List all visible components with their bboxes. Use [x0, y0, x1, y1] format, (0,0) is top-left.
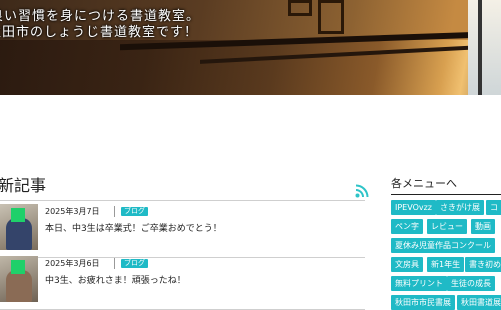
- tag-link[interactable]: 夏休み児童作品コンクール: [391, 238, 495, 253]
- section-rule: [0, 200, 365, 201]
- tag-link[interactable]: 無料プリント: [391, 276, 447, 291]
- article-item[interactable]: 2025年3月7日 ブログ 本日、中3生は卒業式！ご卒業おめでとう！: [0, 204, 365, 258]
- tag-link[interactable]: コ: [486, 200, 501, 215]
- divider: [114, 258, 115, 269]
- hero-tagline: 良い習慣を身につける書道教室。: [0, 9, 201, 24]
- hero-banner: 良い習慣を身につける書道教室。 秋田市のしょうじ書道教室です！: [0, 0, 501, 95]
- section-title: 新記事: [0, 176, 47, 195]
- tag-link[interactable]: 新1年生: [427, 257, 465, 272]
- article-title[interactable]: 中3生、お疲れさま！頑張ったね！: [45, 275, 186, 287]
- hero-frame-decoration: [288, 0, 312, 16]
- thumbnail-person: [6, 270, 32, 302]
- tag-link[interactable]: 動画: [471, 219, 495, 234]
- article-date: 2025年3月7日: [45, 207, 100, 216]
- sidebar-rule: [391, 194, 501, 195]
- category-badge[interactable]: ブログ: [121, 207, 148, 216]
- tag-link[interactable]: レビュー: [427, 219, 467, 234]
- sidebar-title: 各メニューへ: [391, 177, 457, 190]
- hero-subtitle: 秋田市のしょうじ書道教室です！: [0, 25, 199, 40]
- article-title[interactable]: 本日、中3生は卒業式！ご卒業おめでとう！: [45, 223, 222, 235]
- category-badge[interactable]: ブログ: [121, 259, 148, 268]
- hero-frame-decoration: [318, 0, 344, 34]
- rss-icon[interactable]: [355, 184, 369, 198]
- article-thumbnail[interactable]: [0, 256, 38, 302]
- article-item[interactable]: 2025年3月6日 ブログ 中3生、お疲れさま！頑張ったね！: [0, 256, 365, 310]
- tag-link[interactable]: 文房具: [391, 257, 423, 272]
- tag-link[interactable]: さきがけ展: [436, 200, 484, 215]
- thumbnail-person: [6, 218, 32, 250]
- hero-window: [468, 0, 501, 95]
- hero-ledge: [200, 44, 500, 64]
- tag-link[interactable]: 秋田書道展: [457, 295, 501, 310]
- tag-link[interactable]: 書き初め: [465, 257, 501, 272]
- article-date: 2025年3月6日: [45, 259, 100, 268]
- thumbnail-face-mask: [11, 208, 25, 222]
- tag-link[interactable]: 秋田市市民書展: [391, 295, 455, 310]
- article-thumbnail[interactable]: [0, 204, 38, 250]
- tag-link[interactable]: ペン字: [391, 219, 423, 234]
- thumbnail-face-mask: [11, 260, 25, 274]
- tag-link[interactable]: IPEVOvzz: [391, 200, 436, 215]
- divider: [114, 206, 115, 217]
- tag-link[interactable]: 生徒の成長: [447, 276, 495, 291]
